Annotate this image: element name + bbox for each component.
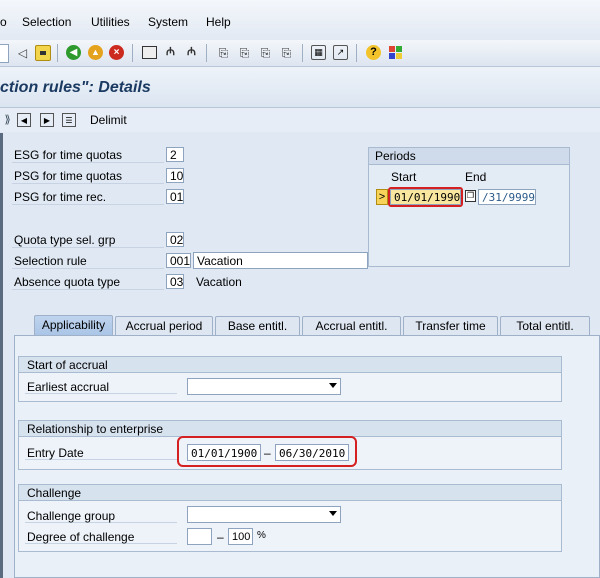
current-period-marker: > <box>376 189 388 205</box>
degree-to-field[interactable]: 100 <box>228 528 253 545</box>
tab-base-entitl[interactable]: Base entitl. <box>215 316 300 335</box>
save-icon[interactable] <box>35 45 51 61</box>
chevron-down-icon <box>329 383 337 388</box>
entry-date-highlight <box>177 436 357 467</box>
psg-rec-field: 01 <box>166 189 184 204</box>
menu-system[interactable]: System <box>148 15 188 29</box>
earliest-accrual-dropdown[interactable] <box>187 378 341 395</box>
command-field[interactable] <box>0 44 9 63</box>
create-session-icon[interactable]: ▦ <box>311 45 326 60</box>
title-bar: ction rules": Details <box>0 67 600 108</box>
layout-menu-icon[interactable] <box>387 44 404 61</box>
degree-challenge-label: Degree of challenge <box>27 530 135 544</box>
start-accrual-group: Start of accrual Earliest accrual <box>18 356 562 402</box>
quota-grp-label: Quota type sel. grp <box>14 233 116 247</box>
find-icon[interactable]: ₼ <box>162 44 179 61</box>
exit-icon[interactable]: ▲ <box>88 45 103 60</box>
relationship-title: Relationship to enterprise <box>19 421 561 437</box>
copy-icon[interactable]: ❐ <box>465 190 476 202</box>
back-icon[interactable]: ◀ <box>66 45 81 60</box>
list-entry-icon[interactable]: ☰ <box>62 113 76 127</box>
help-icon[interactable]: ? <box>366 45 381 60</box>
collapse-arrow-icon[interactable]: ◁ <box>14 44 31 61</box>
find-next-icon[interactable]: ₼ <box>183 44 200 61</box>
application-toolbar: ⟫ ◀ ▶ ☰ Delimit <box>0 108 600 132</box>
sel-rule-label: Selection rule <box>14 254 87 268</box>
esg-quotas-field: 2 <box>166 147 184 162</box>
periods-group: Periods Start End > 01/01/1990 ❐ /31/999… <box>368 147 570 267</box>
menu-item-partial[interactable]: o <box>0 15 7 29</box>
absence-quota-field: 03 <box>166 274 184 289</box>
tab-accrual-entitl[interactable]: Accrual entitl. <box>302 316 401 335</box>
challenge-title: Challenge <box>19 485 561 501</box>
absence-quota-text: Vacation <box>196 275 242 289</box>
standard-toolbar: ◁ ◀ ▲ × ₼ ₼ ⎘ ⎘ ⎘ ⎘ ▦ ↗ ? <box>0 40 600 67</box>
psg-rec-label: PSG for time rec. <box>14 190 107 204</box>
previous-entry-icon[interactable]: ◀ <box>17 113 31 127</box>
sel-rule-text-field[interactable]: Vacation <box>193 252 368 269</box>
tab-total-entitl[interactable]: Total entitl. <box>500 316 590 335</box>
degree-dash: – <box>217 530 224 544</box>
quota-grp-field: 02 <box>166 232 184 247</box>
period-end-field[interactable]: /31/9999 <box>478 189 536 205</box>
page-title: ction rules": Details <box>0 79 151 96</box>
earliest-accrual-label: Earliest accrual <box>27 380 110 394</box>
display-change-icon[interactable]: ⟫ <box>0 112 15 127</box>
cancel-icon[interactable]: × <box>109 45 124 60</box>
next-entry-icon[interactable]: ▶ <box>40 113 54 127</box>
entry-date-label: Entry Date <box>27 446 84 460</box>
start-accrual-title: Start of accrual <box>19 357 561 373</box>
menu-help[interactable]: Help <box>206 15 231 29</box>
absence-quota-label: Absence quota type <box>14 275 121 289</box>
period-start-field[interactable]: 01/01/1990 <box>390 189 461 205</box>
next-page-icon[interactable]: ⎘ <box>257 44 274 61</box>
chevron-down-icon <box>329 511 337 516</box>
first-page-icon[interactable]: ⎘ <box>215 44 232 61</box>
tab-accrual-period[interactable]: Accrual period <box>115 316 213 335</box>
print-icon[interactable] <box>141 44 158 61</box>
degree-unit: % <box>257 530 266 541</box>
degree-from-field[interactable] <box>187 528 212 545</box>
challenge-group-dropdown[interactable] <box>187 506 341 523</box>
sel-rule-field: 001 <box>166 253 191 268</box>
periods-title: Periods <box>375 149 416 163</box>
menu-utilities[interactable]: Utilities <box>91 15 130 29</box>
psg-quotas-label: PSG for time quotas <box>14 169 123 183</box>
left-edge-divider <box>0 133 3 578</box>
last-page-icon[interactable]: ⎘ <box>278 44 295 61</box>
menu-selection[interactable]: Selection <box>22 15 71 29</box>
create-shortcut-icon[interactable]: ↗ <box>333 45 348 60</box>
esg-quotas-label: ESG for time quotas <box>14 148 123 162</box>
period-start-label: Start <box>391 170 417 184</box>
previous-page-icon[interactable]: ⎘ <box>236 44 253 61</box>
tab-applicability[interactable]: Applicability <box>34 315 113 336</box>
tab-transfer-time[interactable]: Transfer time <box>403 316 498 335</box>
challenge-group-label: Challenge group <box>27 509 116 523</box>
period-end-label: End <box>465 170 487 184</box>
psg-quotas-field: 10 <box>166 168 184 183</box>
delimit-button[interactable]: Delimit <box>90 113 127 127</box>
menu-bar: o Selection Utilities System Help <box>0 0 600 41</box>
challenge-group: Challenge Challenge group Degree of chal… <box>18 484 562 552</box>
